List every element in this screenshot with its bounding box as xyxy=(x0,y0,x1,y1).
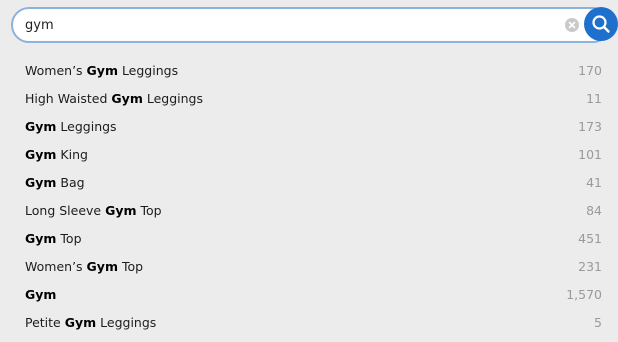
suggestion-count: 231 xyxy=(578,259,602,274)
suggestion-match: Gym xyxy=(105,203,137,218)
suggestion-label: High Waisted Gym Leggings xyxy=(25,91,203,106)
suggestion-label: Gym Bag xyxy=(25,175,85,190)
suggestion-count: 173 xyxy=(578,119,602,134)
suggestion-label: Petite Gym Leggings xyxy=(25,315,157,330)
suggestion-count: 451 xyxy=(578,231,602,246)
suggestion-count: 11 xyxy=(586,91,602,106)
suggestion-match: Gym xyxy=(25,175,57,190)
suggestion-label: Women’s Gym Leggings xyxy=(25,63,179,78)
suggestion-item[interactable]: Gym Top 451 xyxy=(0,225,618,253)
search-button[interactable] xyxy=(584,7,618,41)
suggestion-item[interactable]: Women’s Gym Top 231 xyxy=(0,253,618,281)
suggestion-count: 1,570 xyxy=(566,287,602,302)
suggestion-count: 170 xyxy=(578,63,602,78)
suggestion-label: Women’s Gym Top xyxy=(25,259,144,274)
suggestion-item[interactable]: Gym Leggings 173 xyxy=(0,113,618,141)
suggestion-count: 84 xyxy=(586,203,602,218)
clear-icon xyxy=(568,21,576,29)
suggestion-label: Gym xyxy=(25,287,56,303)
suggestion-match: Gym xyxy=(86,259,118,274)
suggestion-item[interactable]: Petite Gym Leggings 5 xyxy=(0,309,618,337)
search-input[interactable] xyxy=(25,9,545,41)
clear-search-button[interactable] xyxy=(565,18,579,32)
suggestion-label: Long Sleeve Gym Top xyxy=(25,203,162,218)
suggestion-list: Women’s Gym Leggings 170 High Waisted Gy… xyxy=(0,57,618,337)
suggestion-match: Gym xyxy=(25,119,57,134)
suggestion-item[interactable]: High Waisted Gym Leggings 11 xyxy=(0,85,618,113)
suggestion-match: Gym xyxy=(111,91,143,106)
suggestion-count: 5 xyxy=(594,315,602,330)
suggestion-count: 101 xyxy=(578,147,602,162)
suggestion-label: Gym King xyxy=(25,147,88,162)
suggestion-item[interactable]: Gym Bag 41 xyxy=(0,169,618,197)
magnifier-icon xyxy=(592,15,610,33)
suggestion-item[interactable]: Long Sleeve Gym Top 84 xyxy=(0,197,618,225)
suggestion-label: Gym Leggings xyxy=(25,119,117,134)
suggestion-count: 41 xyxy=(586,175,602,190)
suggestion-item[interactable]: Women’s Gym Leggings 170 xyxy=(0,57,618,85)
search-bar xyxy=(11,7,618,43)
suggestion-match: Gym xyxy=(25,231,57,246)
suggestion-match: Gym xyxy=(25,287,57,302)
suggestion-match: Gym xyxy=(25,147,57,162)
suggestion-match: Gym xyxy=(86,63,118,78)
suggestion-item[interactable]: Gym 1,570 xyxy=(0,281,618,309)
suggestion-item[interactable]: Gym King 101 xyxy=(0,141,618,169)
suggestion-match: Gym xyxy=(64,315,97,330)
suggestion-label: Gym Top xyxy=(25,231,82,246)
